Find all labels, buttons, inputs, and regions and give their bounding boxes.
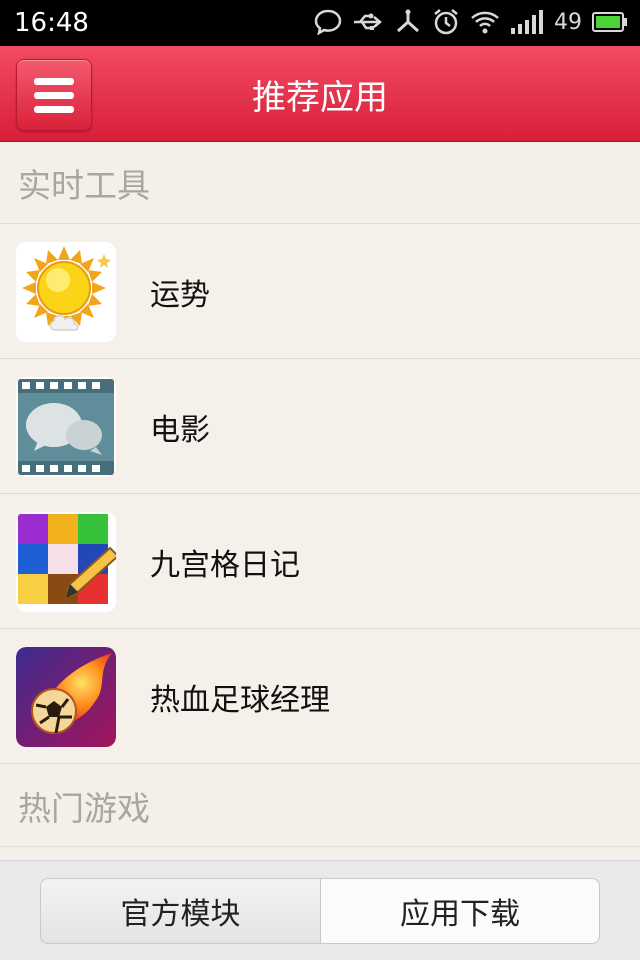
wifi-icon	[470, 9, 500, 35]
status-icons: 49	[314, 8, 628, 36]
chat-bubble-icon	[314, 9, 342, 35]
app-label: 九宫格日记	[150, 547, 300, 583]
tab-app-download[interactable]: 应用下载	[320, 878, 600, 944]
app-label: 电影	[150, 412, 210, 448]
hamburger-bar	[34, 105, 74, 113]
flaming-football-icon	[16, 647, 116, 747]
signal-icon	[510, 10, 544, 34]
section-header: 热门游戏	[0, 765, 640, 847]
status-time: 16:48	[14, 8, 89, 38]
list-item[interactable]: 电影	[0, 359, 640, 494]
battery-level: 49	[554, 9, 582, 35]
hamburger-bar	[34, 91, 74, 99]
app-label: 热血足球经理	[150, 682, 330, 718]
grid-diary-icon	[16, 512, 116, 612]
app-label: 运势	[150, 277, 210, 313]
list-item[interactable]: 运势	[0, 224, 640, 359]
usb-icon	[352, 11, 384, 33]
list-item[interactable]: 热血足球经理	[0, 629, 640, 764]
sun-icon	[16, 242, 116, 342]
list-item[interactable]: 九宫格日记	[0, 494, 640, 629]
fork-icon	[394, 9, 422, 35]
page-title: 推荐应用	[252, 77, 388, 118]
menu-button[interactable]	[16, 59, 92, 131]
tab-official-modules[interactable]: 官方模块	[40, 878, 321, 944]
film-chat-icon	[16, 377, 116, 477]
title-bar: 推荐应用	[0, 46, 640, 142]
bottom-tab-bar: 官方模块 应用下载	[0, 860, 640, 960]
battery-icon	[592, 11, 628, 33]
section-header: 实时工具	[0, 142, 640, 224]
alarm-icon	[432, 8, 460, 36]
status-bar: 16:48 49	[0, 0, 640, 46]
hamburger-icon	[34, 77, 74, 85]
